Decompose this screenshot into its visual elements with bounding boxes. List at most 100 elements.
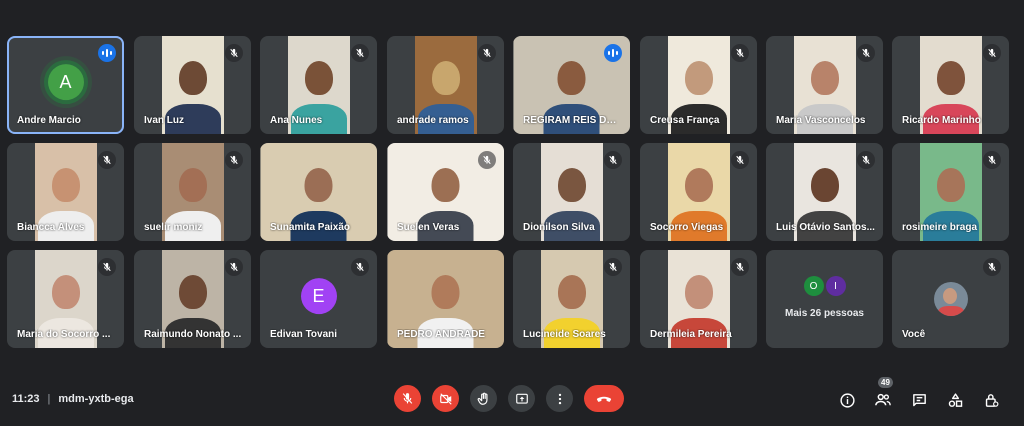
participant-tile[interactable]: PEDRO ANDRADE <box>387 250 504 348</box>
participant-tile[interactable]: Ricardo Marinho <box>892 36 1009 134</box>
mic-off-icon <box>731 151 749 169</box>
speaking-indicator-icon <box>604 44 622 62</box>
host-controls-button[interactable] <box>980 389 1002 411</box>
participant-count-badge: 49 <box>878 377 893 388</box>
participant-tile[interactable]: Maria Vasconcelos <box>766 36 883 134</box>
bottom-bar: 11:23 | mdm-yxtb-ega 49 <box>0 372 1024 426</box>
mic-off-icon <box>401 392 414 405</box>
hand-icon <box>477 392 491 406</box>
participant-tile[interactable]: Creusa França <box>640 36 757 134</box>
participant-tile[interactable]: Biancca Alves <box>7 143 124 241</box>
participant-name: suelir moniz <box>144 222 203 233</box>
participant-name: Maria Vasconcelos <box>776 115 866 126</box>
participant-name: Ricardo Marinho <box>902 115 981 126</box>
participant-tile[interactable]: Sunamita Paixão <box>260 143 377 241</box>
participant-name: Suelen Veras <box>397 222 460 233</box>
participant-tile[interactable]: andrade ramos <box>387 36 504 134</box>
mic-off-icon <box>225 44 243 62</box>
participant-name: Lucineide Soares <box>523 329 606 340</box>
participant-name: andrade ramos <box>397 115 469 126</box>
more-vert-icon <box>553 392 567 406</box>
meeting-info: 11:23 | mdm-yxtb-ega <box>12 393 134 405</box>
participant-tile[interactable]: Dermileia Pereira <box>640 250 757 348</box>
people-icon <box>874 391 892 409</box>
info-icon <box>839 392 856 409</box>
participant-name: Sunamita Paixão <box>270 222 351 233</box>
chat-button[interactable] <box>908 389 930 411</box>
more-options-button[interactable] <box>546 385 573 412</box>
participant-name: Socorro Viegas <box>650 222 724 233</box>
participant-name: Ana Nunes <box>270 115 323 126</box>
participant-name: Biancca Alves <box>17 222 85 233</box>
participant-name: Raimundo Nonato ... <box>144 329 242 340</box>
mic-off-icon <box>225 258 243 276</box>
people-button[interactable]: 49 <box>872 377 894 411</box>
meeting-code: mdm-yxtb-ega <box>58 393 134 405</box>
participant-name: Edivan Tovani <box>270 329 338 340</box>
self-tile[interactable]: Você <box>892 250 1009 348</box>
mic-off-icon <box>98 258 116 276</box>
participant-tile[interactable]: Lucineide Soares <box>513 250 630 348</box>
mic-off-icon <box>857 44 875 62</box>
participant-tile[interactable]: rosimeire braga <box>892 143 1009 241</box>
speaking-indicator-icon <box>98 44 116 62</box>
camera-off-icon <box>439 392 453 406</box>
participant-tile[interactable]: suelir moniz <box>134 143 251 241</box>
more-participants-avatars: OI <box>766 276 883 296</box>
participant-avatar: A <box>47 64 84 101</box>
mic-off-icon <box>351 44 369 62</box>
mini-avatar: O <box>803 276 824 296</box>
participant-tile[interactable]: REGIRAM REIS DE ... <box>513 36 630 134</box>
participant-tile[interactable]: Ivan Luz <box>134 36 251 134</box>
mic-off-button[interactable] <box>394 385 421 412</box>
lock-icon <box>983 392 1000 409</box>
participant-tile[interactable]: Dionilson Silva <box>513 143 630 241</box>
participant-tile[interactable]: Raimundo Nonato ... <box>134 250 251 348</box>
mic-off-icon <box>478 44 496 62</box>
participant-name: Maria do Socorro ... <box>17 329 111 340</box>
hang-up-icon <box>595 390 613 408</box>
camera-off-button[interactable] <box>432 385 459 412</box>
participant-grid: A Andre Marcio Ivan Luz Ana Nunes andrade ra… <box>7 36 1012 349</box>
raise-hand-button[interactable] <box>470 385 497 412</box>
mic-off-icon <box>857 151 875 169</box>
mic-off-icon <box>98 151 116 169</box>
mini-avatar: I <box>825 276 846 296</box>
mic-off-icon <box>731 258 749 276</box>
mic-off-icon <box>604 258 622 276</box>
participant-name: Dermileia Pereira <box>650 329 732 340</box>
participant-tile[interactable]: Luis Otávio Santos... <box>766 143 883 241</box>
more-participants-tile[interactable]: O I Mais 26 pessoas <box>766 250 883 348</box>
mic-off-icon <box>983 151 1001 169</box>
more-participants-label: Mais 26 pessoas <box>785 308 864 319</box>
participant-name: Luis Otávio Santos... <box>776 222 875 233</box>
call-controls <box>394 385 635 412</box>
present-icon <box>515 392 529 406</box>
participant-tile[interactable]: A Andre Marcio <box>7 36 124 134</box>
participant-tile[interactable]: Ana Nunes <box>260 36 377 134</box>
leave-call-button[interactable] <box>584 385 624 412</box>
participant-avatar: E <box>300 278 337 315</box>
meeting-time: 11:23 <box>12 393 40 405</box>
participant-tile[interactable]: Suelen Veras <box>387 143 504 241</box>
participant-name: Ivan Luz <box>144 115 185 126</box>
meeting-info-separator: | <box>47 393 51 405</box>
participant-tile[interactable]: Socorro Viegas <box>640 143 757 241</box>
participant-name: Dionilson Silva <box>523 222 595 233</box>
side-panel-buttons: 49 <box>836 377 1016 411</box>
participant-name: PEDRO ANDRADE <box>397 329 485 340</box>
participant-tile[interactable]: E Edivan Tovani <box>260 250 377 348</box>
activities-button[interactable] <box>944 389 966 411</box>
participant-name: Você <box>902 329 926 340</box>
activities-icon <box>947 392 964 409</box>
mic-off-icon <box>731 44 749 62</box>
mic-off-icon <box>604 151 622 169</box>
participant-name: Creusa França <box>650 115 720 126</box>
meeting-details-button[interactable] <box>836 389 858 411</box>
participant-name: REGIRAM REIS DE ... <box>523 115 622 126</box>
present-button[interactable] <box>508 385 535 412</box>
mic-off-icon <box>983 44 1001 62</box>
participant-tile[interactable]: Maria do Socorro ... <box>7 250 124 348</box>
participant-name: Andre Marcio <box>17 115 81 126</box>
mic-off-icon <box>478 151 496 169</box>
